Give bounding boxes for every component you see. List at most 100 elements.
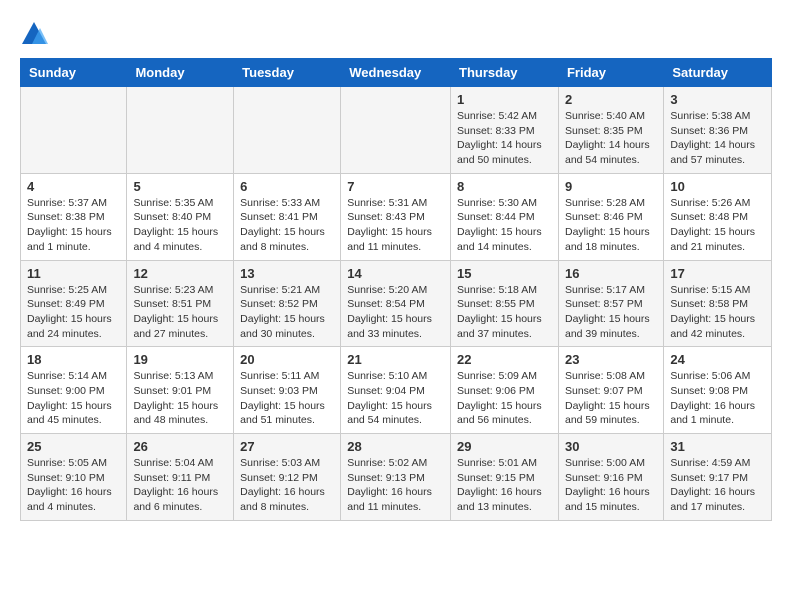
day-number: 29 (457, 439, 552, 454)
day-number: 11 (27, 266, 120, 281)
day-info: Sunrise: 5:00 AM Sunset: 9:16 PM Dayligh… (565, 456, 657, 515)
day-number: 10 (670, 179, 765, 194)
day-number: 19 (133, 352, 227, 367)
day-info: Sunrise: 5:21 AM Sunset: 8:52 PM Dayligh… (240, 283, 334, 342)
day-number: 30 (565, 439, 657, 454)
day-info: Sunrise: 5:18 AM Sunset: 8:55 PM Dayligh… (457, 283, 552, 342)
day-cell: 24 Sunrise: 5:06 AM Sunset: 9:08 PM Dayli… (664, 347, 772, 434)
day-cell (21, 87, 127, 174)
day-cell: 25Sunrise: 5:05 AM Sunset: 9:10 PM Dayli… (21, 434, 127, 521)
day-info: Sunrise: 5:02 AM Sunset: 9:13 PM Dayligh… (347, 456, 444, 515)
day-number: 26 (133, 439, 227, 454)
day-cell: 3Sunrise: 5:38 AM Sunset: 8:36 PM Daylig… (664, 87, 772, 174)
week-row-1: 1 Sunrise: 5:42 AM Sunset: 8:33 PM Daylig… (21, 87, 772, 174)
day-number: 31 (670, 439, 765, 454)
day-cell: 30 Sunrise: 5:00 AM Sunset: 9:16 PM Dayli… (558, 434, 663, 521)
day-cell: 11 Sunrise: 5:25 AM Sunset: 8:49 PM Dayli… (21, 260, 127, 347)
day-number: 21 (347, 352, 444, 367)
week-row-4: 18Sunrise: 5:14 AM Sunset: 9:00 PM Dayli… (21, 347, 772, 434)
day-info: Sunrise: 5:33 AM Sunset: 8:41 PM Dayligh… (240, 196, 334, 255)
day-cell: 15 Sunrise: 5:18 AM Sunset: 8:55 PM Dayli… (451, 260, 559, 347)
day-info: Sunrise: 5:42 AM Sunset: 8:33 PM Dayligh… (457, 109, 552, 168)
day-info: Sunrise: 5:17 AM Sunset: 8:57 PM Dayligh… (565, 283, 657, 342)
day-number: 14 (347, 266, 444, 281)
header-cell-friday: Friday (558, 59, 663, 87)
day-number: 2 (565, 92, 657, 107)
calendar-table: SundayMondayTuesdayWednesdayThursdayFrid… (20, 58, 772, 521)
day-info: Sunrise: 5:26 AM Sunset: 8:48 PM Dayligh… (670, 196, 765, 255)
day-number: 17 (670, 266, 765, 281)
day-number: 3 (670, 92, 765, 107)
day-info: Sunrise: 5:09 AM Sunset: 9:06 PM Dayligh… (457, 369, 552, 428)
header-row: SundayMondayTuesdayWednesdayThursdayFrid… (21, 59, 772, 87)
header-cell-sunday: Sunday (21, 59, 127, 87)
day-cell: 7Sunrise: 5:31 AM Sunset: 8:43 PM Daylig… (341, 173, 451, 260)
day-info: Sunrise: 5:04 AM Sunset: 9:11 PM Dayligh… (133, 456, 227, 515)
day-cell: 18Sunrise: 5:14 AM Sunset: 9:00 PM Dayli… (21, 347, 127, 434)
day-info: Sunrise: 4:59 AM Sunset: 9:17 PM Dayligh… (670, 456, 765, 515)
day-info: Sunrise: 5:03 AM Sunset: 9:12 PM Dayligh… (240, 456, 334, 515)
week-row-5: 25Sunrise: 5:05 AM Sunset: 9:10 PM Dayli… (21, 434, 772, 521)
day-info: Sunrise: 5:37 AM Sunset: 8:38 PM Dayligh… (27, 196, 120, 255)
day-number: 7 (347, 179, 444, 194)
day-cell: 31 Sunrise: 4:59 AM Sunset: 9:17 PM Dayli… (664, 434, 772, 521)
day-info: Sunrise: 5:13 AM Sunset: 9:01 PM Dayligh… (133, 369, 227, 428)
day-cell: 29 Sunrise: 5:01 AM Sunset: 9:15 PM Dayli… (451, 434, 559, 521)
day-cell: 10 Sunrise: 5:26 AM Sunset: 8:48 PM Dayli… (664, 173, 772, 260)
day-cell: 5 Sunrise: 5:35 AM Sunset: 8:40 PM Daylig… (127, 173, 234, 260)
day-cell: 6 Sunrise: 5:33 AM Sunset: 8:41 PM Daylig… (234, 173, 341, 260)
day-cell: 16 Sunrise: 5:17 AM Sunset: 8:57 PM Dayli… (558, 260, 663, 347)
day-info: Sunrise: 5:15 AM Sunset: 8:58 PM Dayligh… (670, 283, 765, 342)
day-number: 1 (457, 92, 552, 107)
day-cell: 23 Sunrise: 5:08 AM Sunset: 9:07 PM Dayli… (558, 347, 663, 434)
day-cell (234, 87, 341, 174)
day-info: Sunrise: 5:20 AM Sunset: 8:54 PM Dayligh… (347, 283, 444, 342)
day-number: 5 (133, 179, 227, 194)
day-cell: 22 Sunrise: 5:09 AM Sunset: 9:06 PM Dayli… (451, 347, 559, 434)
logo-icon (20, 20, 48, 48)
week-row-2: 4Sunrise: 5:37 AM Sunset: 8:38 PM Daylig… (21, 173, 772, 260)
day-cell: 28 Sunrise: 5:02 AM Sunset: 9:13 PM Dayli… (341, 434, 451, 521)
day-info: Sunrise: 5:35 AM Sunset: 8:40 PM Dayligh… (133, 196, 227, 255)
day-info: Sunrise: 5:01 AM Sunset: 9:15 PM Dayligh… (457, 456, 552, 515)
day-info: Sunrise: 5:10 AM Sunset: 9:04 PM Dayligh… (347, 369, 444, 428)
day-number: 12 (133, 266, 227, 281)
day-number: 6 (240, 179, 334, 194)
logo (20, 20, 52, 48)
day-number: 23 (565, 352, 657, 367)
header-cell-tuesday: Tuesday (234, 59, 341, 87)
day-cell: 1 Sunrise: 5:42 AM Sunset: 8:33 PM Daylig… (451, 87, 559, 174)
day-info: Sunrise: 5:06 AM Sunset: 9:08 PM Dayligh… (670, 369, 765, 428)
day-number: 8 (457, 179, 552, 194)
day-number: 28 (347, 439, 444, 454)
day-cell: 27 Sunrise: 5:03 AM Sunset: 9:12 PM Dayli… (234, 434, 341, 521)
day-number: 20 (240, 352, 334, 367)
day-cell: 12 Sunrise: 5:23 AM Sunset: 8:51 PM Dayli… (127, 260, 234, 347)
day-number: 24 (670, 352, 765, 367)
day-number: 22 (457, 352, 552, 367)
day-cell: 26 Sunrise: 5:04 AM Sunset: 9:11 PM Dayli… (127, 434, 234, 521)
day-info: Sunrise: 5:25 AM Sunset: 8:49 PM Dayligh… (27, 283, 120, 342)
header-cell-thursday: Thursday (451, 59, 559, 87)
week-row-3: 11 Sunrise: 5:25 AM Sunset: 8:49 PM Dayli… (21, 260, 772, 347)
header-cell-monday: Monday (127, 59, 234, 87)
day-cell: 21 Sunrise: 5:10 AM Sunset: 9:04 PM Dayli… (341, 347, 451, 434)
day-number: 16 (565, 266, 657, 281)
day-info: Sunrise: 5:23 AM Sunset: 8:51 PM Dayligh… (133, 283, 227, 342)
day-cell: 8Sunrise: 5:30 AM Sunset: 8:44 PM Daylig… (451, 173, 559, 260)
day-cell: 14 Sunrise: 5:20 AM Sunset: 8:54 PM Dayli… (341, 260, 451, 347)
day-number: 27 (240, 439, 334, 454)
header-cell-saturday: Saturday (664, 59, 772, 87)
day-number: 18 (27, 352, 120, 367)
day-number: 13 (240, 266, 334, 281)
day-cell: 9Sunrise: 5:28 AM Sunset: 8:46 PM Daylig… (558, 173, 663, 260)
day-info: Sunrise: 5:08 AM Sunset: 9:07 PM Dayligh… (565, 369, 657, 428)
day-cell: 17 Sunrise: 5:15 AM Sunset: 8:58 PM Dayli… (664, 260, 772, 347)
day-info: Sunrise: 5:28 AM Sunset: 8:46 PM Dayligh… (565, 196, 657, 255)
day-cell: 19 Sunrise: 5:13 AM Sunset: 9:01 PM Dayli… (127, 347, 234, 434)
day-number: 25 (27, 439, 120, 454)
header-cell-wednesday: Wednesday (341, 59, 451, 87)
day-cell: 2Sunrise: 5:40 AM Sunset: 8:35 PM Daylig… (558, 87, 663, 174)
day-number: 15 (457, 266, 552, 281)
day-cell (127, 87, 234, 174)
